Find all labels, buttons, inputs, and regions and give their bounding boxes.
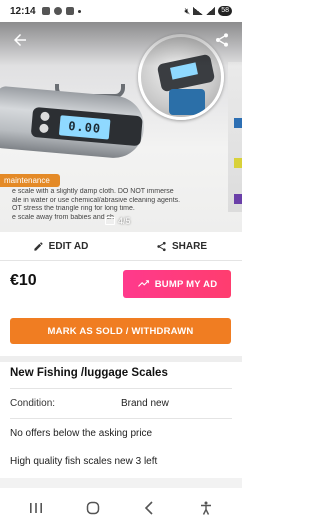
share-icon bbox=[216, 33, 228, 47]
share-icon bbox=[157, 241, 166, 252]
packaging-swatch bbox=[234, 158, 242, 168]
back-arrow-icon bbox=[14, 34, 26, 46]
scale-product-image: 0.00 bbox=[0, 85, 147, 161]
maintenance-line: ale in water or use chemical/abrasive cl… bbox=[12, 196, 181, 204]
section-divider bbox=[0, 356, 242, 362]
battery-icon: 58 bbox=[218, 6, 232, 16]
ad-actions-row: EDIT AD SHARE bbox=[0, 233, 242, 261]
condition-label: Condition: bbox=[10, 398, 56, 409]
recent-apps-button[interactable] bbox=[24, 496, 48, 520]
back-nav-button[interactable] bbox=[137, 496, 161, 520]
content-bottom-edge bbox=[0, 478, 242, 488]
mute-icon: 🔇︎ bbox=[184, 5, 191, 16]
scale-display: 0.00 bbox=[58, 115, 111, 140]
photo-counter: 4/5 bbox=[105, 216, 131, 226]
photo-notification-icon bbox=[41, 7, 50, 15]
back-button[interactable] bbox=[8, 28, 32, 52]
message-notification-icon bbox=[65, 7, 74, 15]
status-right: 🔇︎ 58 bbox=[185, 6, 232, 17]
inset-luggage bbox=[169, 89, 205, 115]
listing-photo[interactable]: 0.00 maintenance e scale with a slightly… bbox=[0, 22, 242, 232]
packaging-swatch bbox=[234, 194, 242, 204]
divider bbox=[10, 388, 232, 389]
trending-up-icon bbox=[137, 280, 149, 287]
photo-share-button[interactable] bbox=[210, 28, 234, 52]
edit-ad-label: EDIT AD bbox=[48, 241, 89, 252]
status-time: 12:14 bbox=[10, 5, 36, 17]
pencil-icon bbox=[34, 242, 43, 251]
home-button[interactable] bbox=[81, 496, 105, 520]
signal-icon bbox=[206, 7, 216, 15]
photo-icon bbox=[105, 217, 115, 225]
photo-top-gradient bbox=[0, 22, 242, 66]
maintenance-line: OT stress the triangle ring for long tim… bbox=[12, 205, 135, 212]
more-notifications-icon bbox=[77, 9, 81, 13]
status-bar: 12:14 🔇︎ 58 bbox=[0, 0, 242, 22]
accessibility-icon bbox=[200, 501, 211, 515]
maintenance-line: e scale with a slightly damp cloth. DO N… bbox=[12, 188, 174, 195]
chevron-left-icon bbox=[145, 500, 153, 515]
recent-apps-icon bbox=[30, 502, 43, 513]
ad-title: New Fishing /luggage Scales bbox=[10, 367, 168, 379]
system-nav-bar bbox=[0, 490, 242, 525]
share-ad-button[interactable]: SHARE bbox=[121, 233, 242, 260]
edit-ad-button[interactable]: EDIT AD bbox=[0, 233, 121, 260]
wifi-icon bbox=[193, 7, 204, 15]
app-notification-icon bbox=[53, 7, 62, 15]
ad-price: €10 bbox=[10, 272, 37, 289]
bump-my-ad-button[interactable]: BUMP MY AD bbox=[123, 270, 231, 298]
description-line: No offers below the asking price bbox=[10, 428, 153, 439]
condition-value: Brand new bbox=[121, 398, 169, 409]
bump-label: BUMP MY AD bbox=[154, 278, 218, 290]
maintenance-banner: maintenance bbox=[0, 174, 60, 187]
status-left: 12:14 bbox=[10, 6, 81, 17]
accessibility-button[interactable] bbox=[194, 496, 218, 520]
mark-as-sold-button[interactable]: MARK AS SOLD / WITHDRAWN bbox=[10, 318, 231, 344]
home-icon bbox=[86, 501, 99, 514]
packaging-swatch bbox=[234, 118, 242, 128]
packaging-edge-image bbox=[228, 62, 242, 212]
share-ad-label: SHARE bbox=[171, 241, 207, 252]
description-line: High quality fish scales new 3 left bbox=[10, 456, 158, 467]
divider bbox=[10, 418, 232, 419]
photo-counter-text: 4/5 bbox=[118, 216, 131, 226]
